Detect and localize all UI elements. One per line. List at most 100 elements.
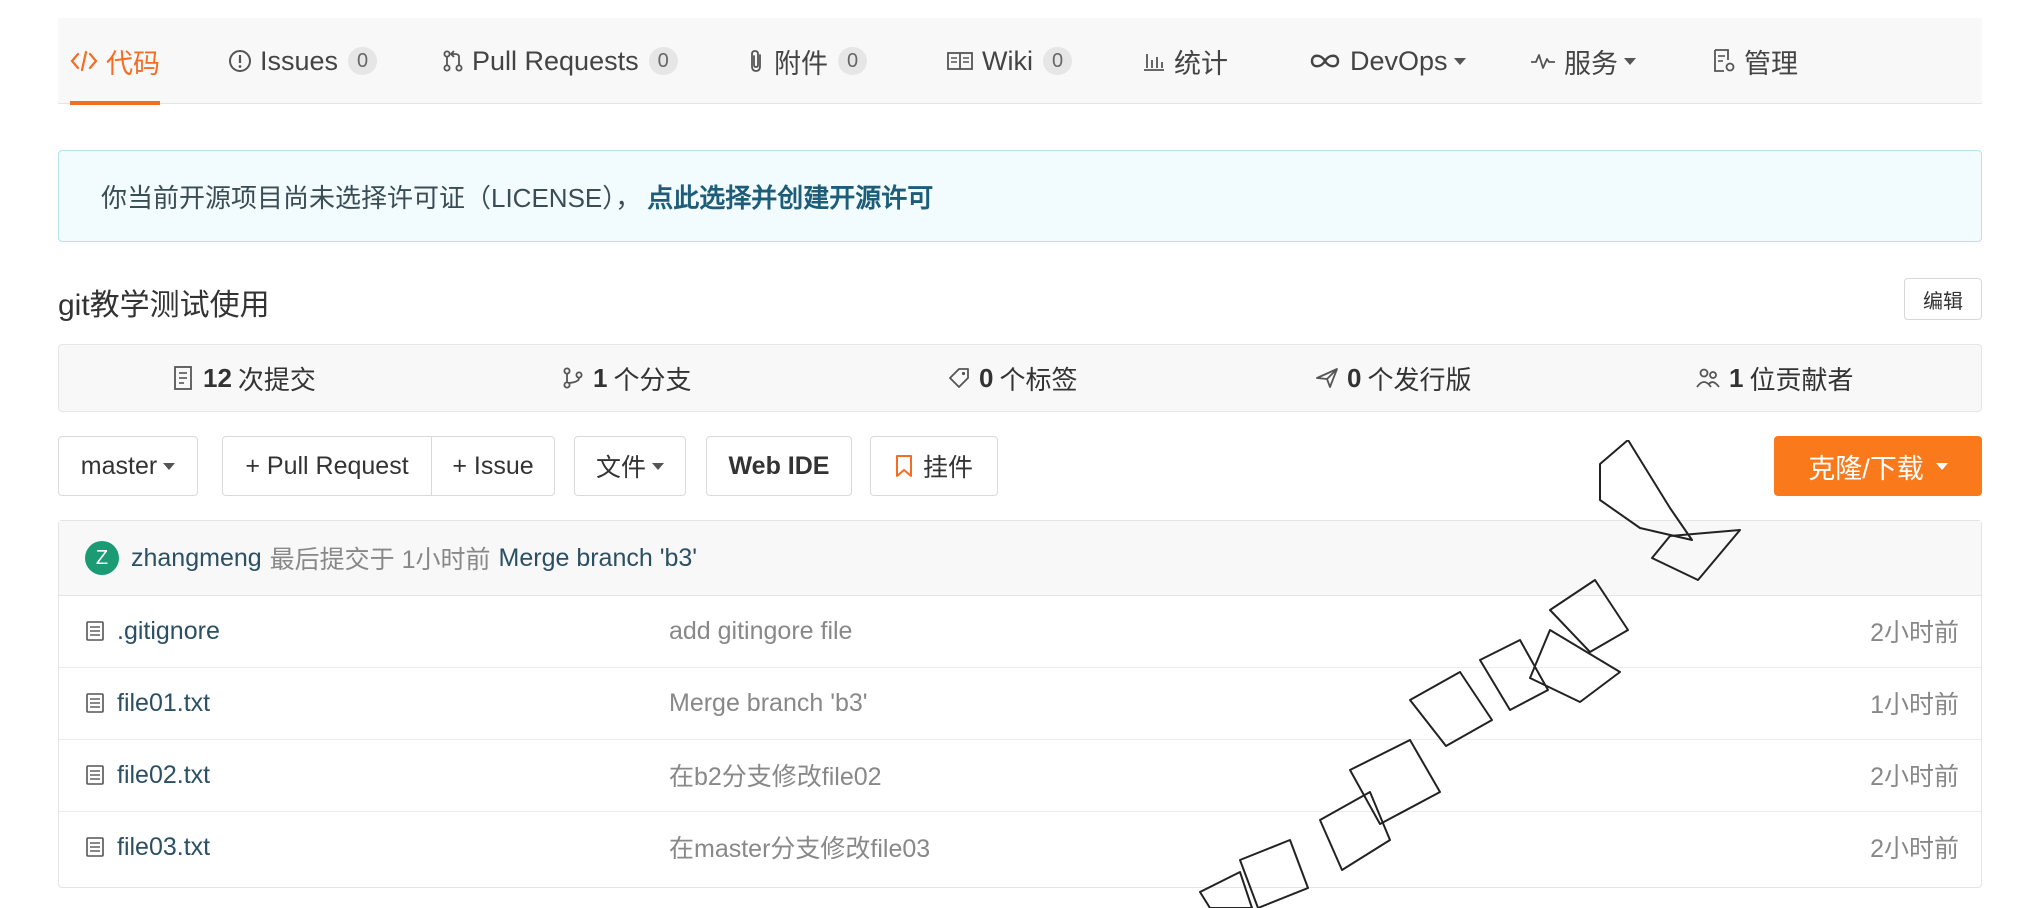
branch-select-label: master [80,451,158,480]
table-row: file03.txt 在master分支修改file03 2小时前 [59,811,1981,883]
commit-meta: 最后提交于 1小时前 [269,546,491,574]
stat-commits[interactable]: 12 次提交 [173,345,316,411]
file-commit-message[interactable]: Merge branch 'b3' [669,667,868,739]
branch-select[interactable]: master [58,436,198,496]
edit-description-button[interactable]: 编辑 [1904,278,1982,320]
file-link[interactable]: file01.txt [85,667,210,739]
file-name: file03.txt [117,832,211,861]
choose-license-link[interactable]: 点此选择并创建开源许可 [647,178,933,215]
tab-attachments[interactable]: 附件 0 [746,18,868,104]
tab-code-label: 代码 [106,48,160,79]
pull-request-icon [442,49,464,73]
stat-commits-count: 12 [203,362,232,393]
file-commit-time: 2小时前 [1870,835,1959,863]
release-icon [1315,366,1339,390]
stat-commits-label: 次提交 [237,364,316,395]
repo-description: git教学测试使用 [58,289,270,322]
file-commit-time: 1小时前 [1870,691,1959,719]
table-row: file01.txt Merge branch 'b3' 1小时前 [59,667,1981,740]
last-commit-bar: Z zhangmeng 最后提交于 1小时前 Merge branch 'b3' [59,521,1981,596]
stat-tags-label: 个标签 [999,364,1078,395]
new-issue-button[interactable]: + Issue [431,436,555,496]
stat-tags-count: 0 [979,362,994,393]
tag-icon [947,366,971,390]
file-icon [85,836,105,858]
attachments-count-badge: 0 [838,47,868,75]
clone-dropdown-caret-icon [1935,462,1948,470]
code-icon [70,50,98,72]
widget-button[interactable]: 挂件 [870,436,998,496]
stat-releases[interactable]: 0 个发行版 [1315,345,1471,411]
stat-contributors-label: 位贡献者 [1749,364,1854,395]
stat-contributors[interactable]: 1 位贡献者 [1695,345,1853,411]
file-name: .gitignore [117,616,220,645]
branch-dropdown-caret-icon [163,462,176,470]
info-circle-icon [228,49,252,73]
file-link[interactable]: file03.txt [85,811,210,883]
clone-download-label: 克隆/下载 [1808,453,1924,484]
contributors-icon [1695,366,1721,390]
web-ide-button[interactable]: Web IDE [706,436,852,496]
tab-attachments-label: 附件 [774,48,828,79]
settings-doc-icon [1712,48,1736,74]
tab-pull-requests-label: Pull Requests [472,45,639,76]
table-row: file02.txt 在b2分支修改file02 2小时前 [59,739,1981,812]
pulse-icon [1530,51,1556,71]
repo-stats-bar: 12 次提交 1 个分支 0 个标签 0 个发行版 1 位贡献者 [58,344,1982,412]
license-alert: 你当前开源项目尚未选择许可证（LICENSE）， 点此选择并创建开源许可 [58,150,1982,242]
files-dropdown-label: 文件 [595,454,646,482]
file-commit-time: 2小时前 [1870,763,1959,791]
branch-icon [561,366,585,390]
tab-statistics-label: 统计 [1174,48,1228,79]
stat-branches-count: 1 [593,362,608,393]
bookmark-icon [895,454,913,478]
stat-tags[interactable]: 0 个标签 [947,345,1077,411]
files-dropdown-caret-icon [652,462,664,470]
clone-download-button[interactable]: 克隆/下载 [1774,436,1982,496]
tab-code[interactable]: 代码 [70,18,160,105]
services-dropdown-caret-icon [1624,57,1636,65]
commit-message-link[interactable]: Merge branch 'b3' [499,544,698,573]
issues-count-badge: 0 [348,47,378,75]
new-pull-request-button[interactable]: + Pull Request [222,436,432,496]
file-icon [85,620,105,642]
repo-tab-bar: 代码 Issues 0 Pull Requests 0 附件 0 Wiki 0 … [58,18,1982,105]
tab-devops[interactable]: DevOps [1308,18,1466,104]
paperclip-icon [746,48,766,74]
bar-chart-icon [1142,50,1166,72]
commit-author[interactable]: zhangmeng [131,544,262,573]
tab-wiki[interactable]: Wiki 0 [946,18,1073,104]
tab-manage-label: 管理 [1744,48,1798,79]
file-name: file01.txt [117,688,211,717]
file-icon [85,692,105,714]
table-row: .gitignore add gitingore file 2小时前 [59,595,1981,668]
file-link[interactable]: file02.txt [85,739,210,811]
file-icon [85,764,105,786]
file-commit-message[interactable]: add gitingore file [669,595,852,667]
tab-services[interactable]: 服务 [1530,18,1636,104]
stat-releases-label: 个发行版 [1367,364,1472,395]
tab-issues-label: Issues [260,45,339,76]
file-name: file02.txt [117,760,211,789]
file-link[interactable]: .gitignore [85,595,220,667]
tab-devops-label: DevOps [1350,45,1448,76]
stat-releases-count: 0 [1347,362,1362,393]
tab-issues[interactable]: Issues 0 [228,18,378,104]
tab-services-label: 服务 [1564,48,1618,79]
avatar[interactable]: Z [85,541,119,575]
stat-branches[interactable]: 1 个分支 [561,345,691,411]
license-alert-text: 你当前开源项目尚未选择许可证（LICENSE）， [101,182,642,213]
devops-dropdown-caret-icon [1453,57,1466,65]
tab-statistics[interactable]: 统计 [1142,18,1228,104]
commit-log-icon [173,365,195,391]
stat-branches-label: 个分支 [613,364,692,395]
tab-wiki-label: Wiki [982,45,1033,76]
stat-contributors-count: 1 [1729,362,1744,393]
files-dropdown-button[interactable]: 文件 [574,436,686,496]
wiki-count-badge: 0 [1042,47,1073,75]
infinity-icon [1308,51,1342,71]
tab-pull-requests[interactable]: Pull Requests 0 [442,18,678,104]
tab-manage[interactable]: 管理 [1712,18,1798,104]
file-commit-message[interactable]: 在master分支修改file03 [669,811,930,883]
file-commit-message[interactable]: 在b2分支修改file02 [669,739,882,811]
